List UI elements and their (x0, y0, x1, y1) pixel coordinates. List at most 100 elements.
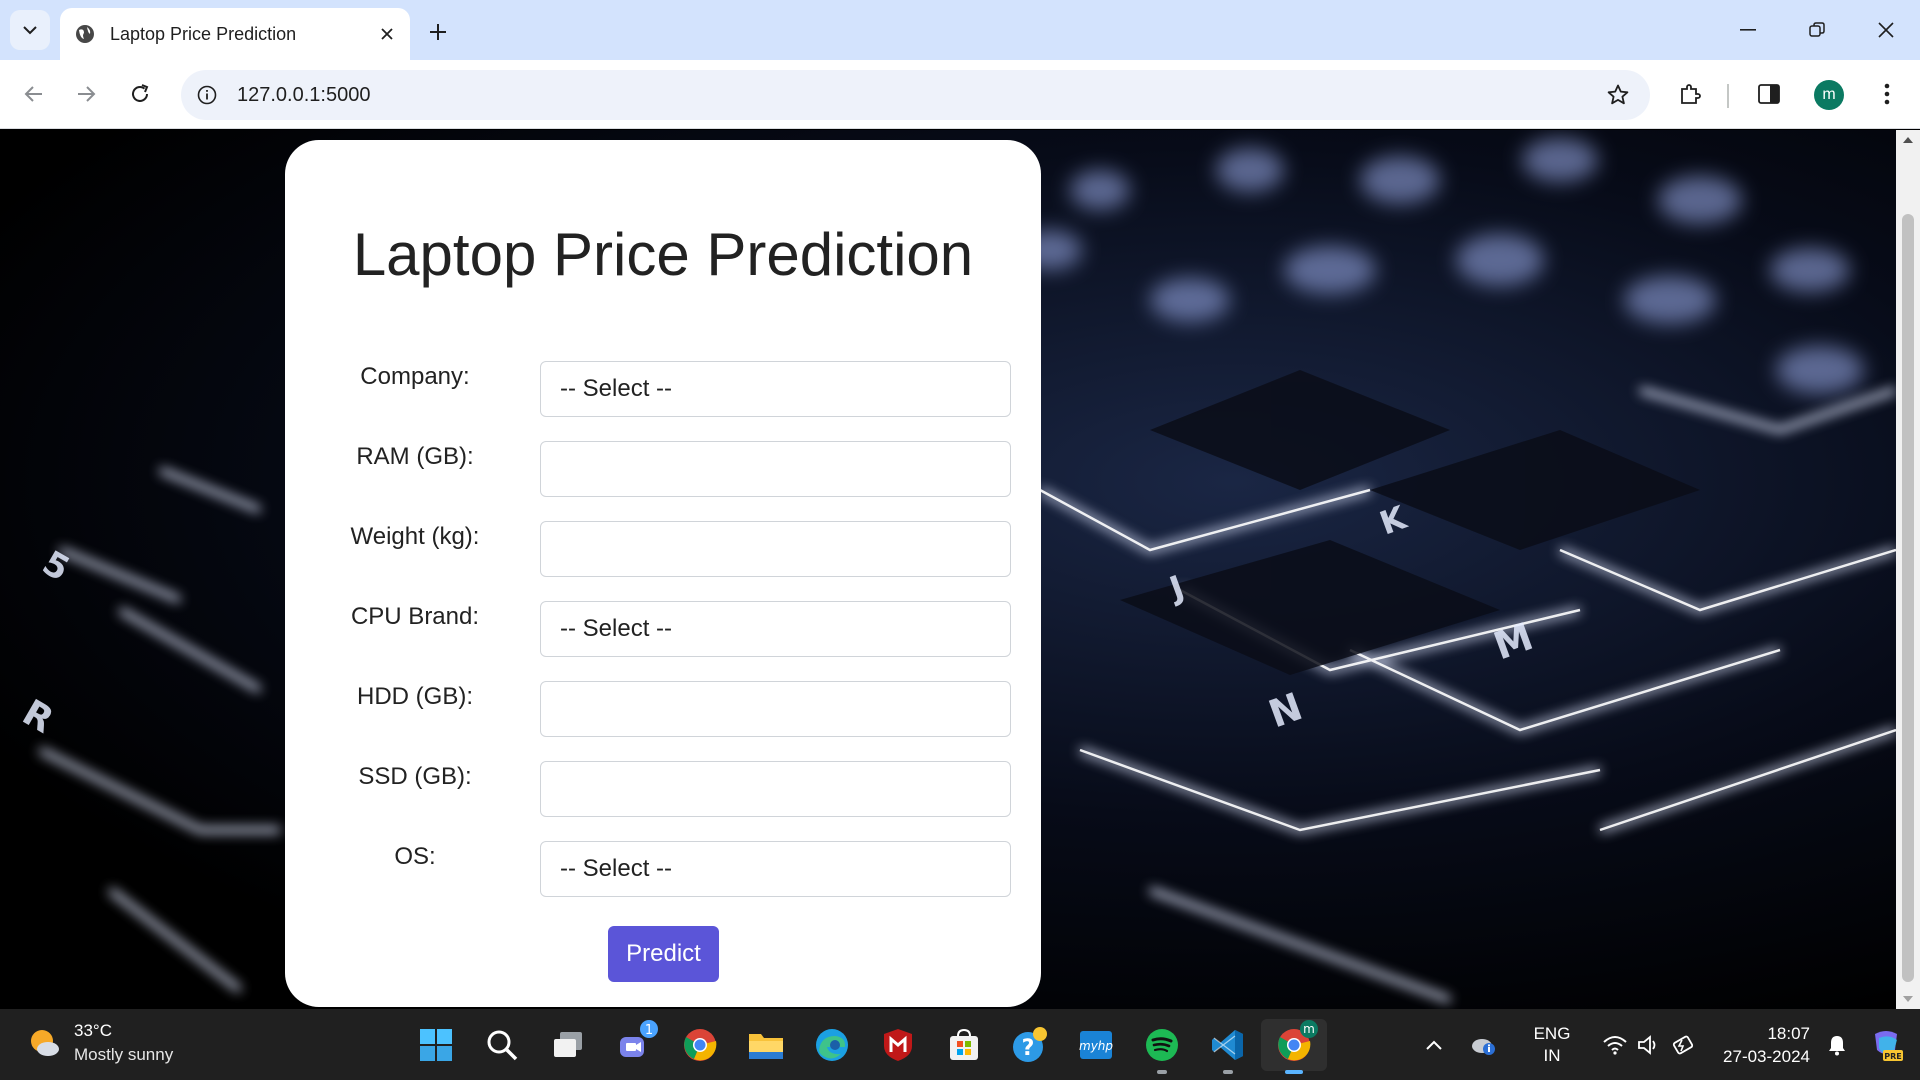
tab-title: Laptop Price Prediction (110, 23, 297, 44)
notification-bell-icon[interactable] (1822, 1025, 1852, 1065)
company-label: Company: (360, 363, 470, 390)
myhp-icon[interactable]: myhp (1063, 1019, 1129, 1071)
back-arrow-icon (24, 86, 42, 102)
clock-time: 18:07 (1767, 1023, 1810, 1043)
ram-row: RAM (GB): (285, 441, 1041, 497)
microsoft-store-icon[interactable] (931, 1019, 997, 1071)
side-panel-button[interactable] (1749, 74, 1789, 114)
svg-text:N: N (1263, 684, 1308, 736)
globe-icon (74, 23, 96, 45)
cpu-brand-select[interactable]: -- Select -- (540, 601, 1011, 657)
running-indicator (1157, 1070, 1167, 1074)
profile-avatar[interactable]: m (1814, 80, 1844, 110)
scroll-down-arrow-icon[interactable] (1896, 989, 1920, 1009)
minimize-icon (1739, 29, 1756, 31)
close-window-button[interactable] (1851, 0, 1920, 60)
restore-icon (1808, 22, 1825, 37)
clock-date: 27-03-2024 (1723, 1046, 1810, 1066)
toolbar-divider (1727, 84, 1729, 108)
ssd-label: SSD (GB): (358, 763, 472, 790)
reload-button[interactable] (120, 74, 160, 114)
reload-icon (132, 84, 149, 102)
company-select[interactable]: -- Select -- (540, 361, 1011, 417)
weather-sun-cloud-icon (31, 1030, 59, 1056)
cpu-brand-label: CPU Brand: (350, 603, 480, 630)
predict-button[interactable]: Predict (608, 926, 719, 982)
clock[interactable]: 18:07 27-03-2024 (1710, 1022, 1810, 1068)
mcafee-icon[interactable] (865, 1019, 931, 1071)
language-primary: ENG (1533, 1023, 1571, 1043)
chrome-active-icon[interactable]: m (1261, 1019, 1327, 1074)
browser-menu-button[interactable] (1867, 74, 1907, 114)
weather-condition: Mostly sunny (74, 1045, 174, 1064)
tab-search-button[interactable] (10, 10, 50, 50)
wifi-icon[interactable] (1598, 1025, 1632, 1065)
page-scrollbar[interactable] (1896, 130, 1920, 1009)
svg-text:R: R (16, 692, 61, 741)
chevron-down-icon (23, 26, 37, 35)
tab-close-icon[interactable] (372, 19, 402, 49)
os-select[interactable]: -- Select -- (540, 841, 1011, 897)
start-icon[interactable] (403, 1019, 469, 1071)
battery-charging-icon[interactable] (1666, 1025, 1704, 1065)
bookmark-star-icon[interactable] (1596, 73, 1640, 117)
scroll-up-arrow-icon[interactable] (1896, 130, 1920, 150)
hdd-row: HDD (GB): (285, 681, 1041, 737)
ram-input[interactable] (540, 441, 1011, 497)
tab-active[interactable]: Laptop Price Prediction (60, 8, 410, 60)
taskbar-pinned-apps: 1 ? myhp m (403, 1019, 1327, 1074)
site-info-icon[interactable] (187, 75, 227, 115)
page-viewport: N M K J 5 R Laptop Price Prediction Comp… (0, 130, 1896, 1009)
edge-icon[interactable] (799, 1019, 865, 1071)
teams-badge: 1 (640, 1020, 658, 1038)
window-controls (1713, 0, 1920, 60)
chrome-profile-badge: m (1300, 1020, 1318, 1038)
svg-text:myhp: myhp (1079, 1039, 1113, 1053)
running-indicator (1223, 1070, 1233, 1074)
ram-label: RAM (GB): (356, 443, 474, 470)
vscode-icon[interactable] (1195, 1019, 1261, 1074)
file-explorer-icon[interactable] (733, 1019, 799, 1071)
scrollbar-thumb[interactable] (1902, 214, 1914, 982)
system-tray: ENG IN 18:07 27-03-2024 PRE (1414, 1009, 1920, 1080)
back-button[interactable] (14, 74, 54, 114)
new-tab-button[interactable] (420, 14, 456, 50)
task-view-icon[interactable] (535, 1019, 601, 1071)
svg-text:1: 1 (645, 1023, 653, 1038)
chrome-icon[interactable] (667, 1019, 733, 1071)
spotify-icon[interactable] (1129, 1019, 1195, 1074)
os-label: OS: (394, 843, 436, 870)
ssd-input[interactable] (540, 761, 1011, 817)
language-secondary: IN (1543, 1045, 1561, 1065)
forward-button[interactable] (66, 74, 106, 114)
svg-text:m: m (1303, 1022, 1315, 1036)
hdd-input[interactable] (540, 681, 1011, 737)
onedrive-status-icon[interactable] (1462, 1025, 1506, 1065)
weather-temperature: 33°C (74, 1021, 112, 1040)
search-icon[interactable] (469, 1019, 535, 1071)
weight-input[interactable] (540, 521, 1011, 577)
windows-taskbar: 33°C Mostly sunny 1 ? myhp m ENG IN 18:0… (0, 1009, 1920, 1080)
volume-icon[interactable] (1632, 1025, 1666, 1065)
svg-text:PRE: PRE (1884, 1052, 1902, 1061)
side-panel-icon (1758, 84, 1780, 104)
restore-button[interactable] (1782, 0, 1851, 60)
weight-label: Weight (kg): (350, 523, 480, 550)
browser-toolbar: 127.0.0.1:5000 m (0, 60, 1920, 129)
language-indicator[interactable]: ENG IN (1522, 1023, 1582, 1067)
url-text[interactable]: 127.0.0.1:5000 (237, 84, 1596, 107)
ssd-row: SSD (GB): (285, 761, 1041, 817)
chevron-up-icon (1426, 1040, 1442, 1050)
teams-icon[interactable]: 1 (601, 1019, 667, 1071)
extensions-button[interactable] (1670, 74, 1710, 114)
get-help-icon[interactable]: ? (997, 1019, 1063, 1071)
kebab-menu-icon (1884, 83, 1890, 105)
weather-widget[interactable]: 33°C Mostly sunny (26, 1019, 173, 1067)
address-bar[interactable]: 127.0.0.1:5000 (181, 70, 1650, 120)
minimize-button[interactable] (1713, 0, 1782, 60)
show-hidden-icons-button[interactable] (1414, 1025, 1454, 1065)
os-row: OS: -- Select -- (285, 841, 1041, 897)
prediction-form-card: Laptop Price Prediction Company: -- Sele… (285, 140, 1041, 1007)
copilot-icon[interactable]: PRE (1860, 1019, 1912, 1071)
running-indicator (1285, 1070, 1303, 1074)
